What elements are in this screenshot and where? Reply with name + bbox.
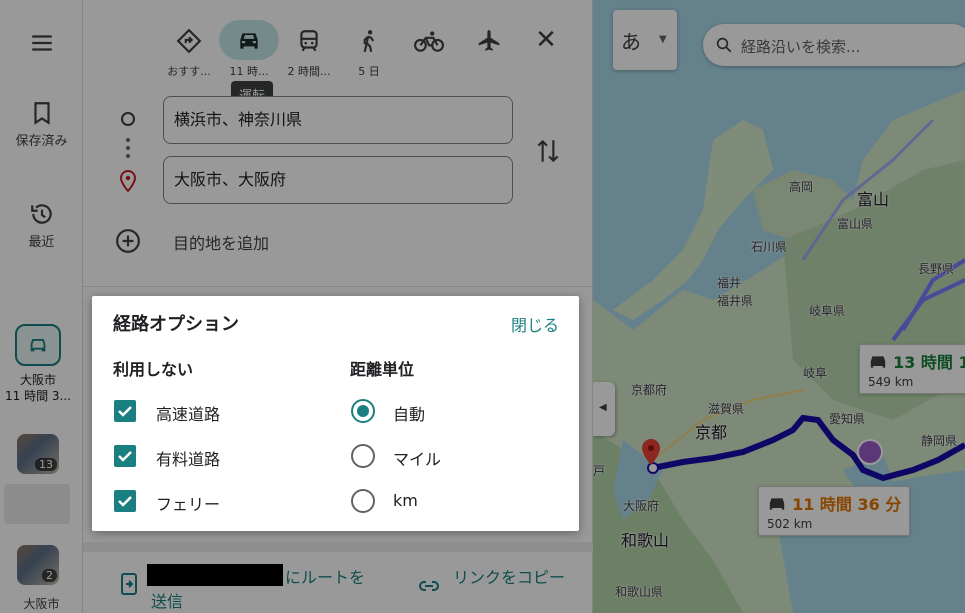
radio-unselected-icon <box>351 489 375 513</box>
dialog-title: 経路オプション <box>113 314 239 335</box>
units-header: 距離単位 <box>350 360 415 379</box>
radio-label: km <box>393 491 418 510</box>
avoid-header: 利用しない <box>113 360 194 379</box>
radio-label: マイル <box>393 450 442 469</box>
route-options-dialog: 経路オプション 閉じる 利用しない 高速道路 有料道路 フェリー 距離単位 自動… <box>92 296 579 531</box>
radio-unselected-icon <box>351 444 375 468</box>
unit-auto-radio[interactable]: 自動 <box>351 398 531 424</box>
avoid-ferries-checkbox[interactable]: フェリー <box>114 488 294 514</box>
checkbox-label: フェリー <box>156 495 221 514</box>
avoid-highways-checkbox[interactable]: 高速道路 <box>114 398 294 424</box>
unit-km-radio[interactable]: km <box>351 488 531 514</box>
radio-label: 自動 <box>393 405 426 424</box>
avoid-tolls-checkbox[interactable]: 有料道路 <box>114 443 294 469</box>
radio-selected-icon <box>351 399 375 423</box>
checkbox-label: 有料道路 <box>156 450 221 469</box>
checkbox-checked-icon <box>114 400 136 422</box>
close-options-button[interactable]: 閉じる <box>511 312 559 336</box>
checkbox-checked-icon <box>114 445 136 467</box>
unit-miles-radio[interactable]: マイル <box>351 443 531 469</box>
checkbox-checked-icon <box>114 490 136 512</box>
checkbox-label: 高速道路 <box>156 405 221 424</box>
